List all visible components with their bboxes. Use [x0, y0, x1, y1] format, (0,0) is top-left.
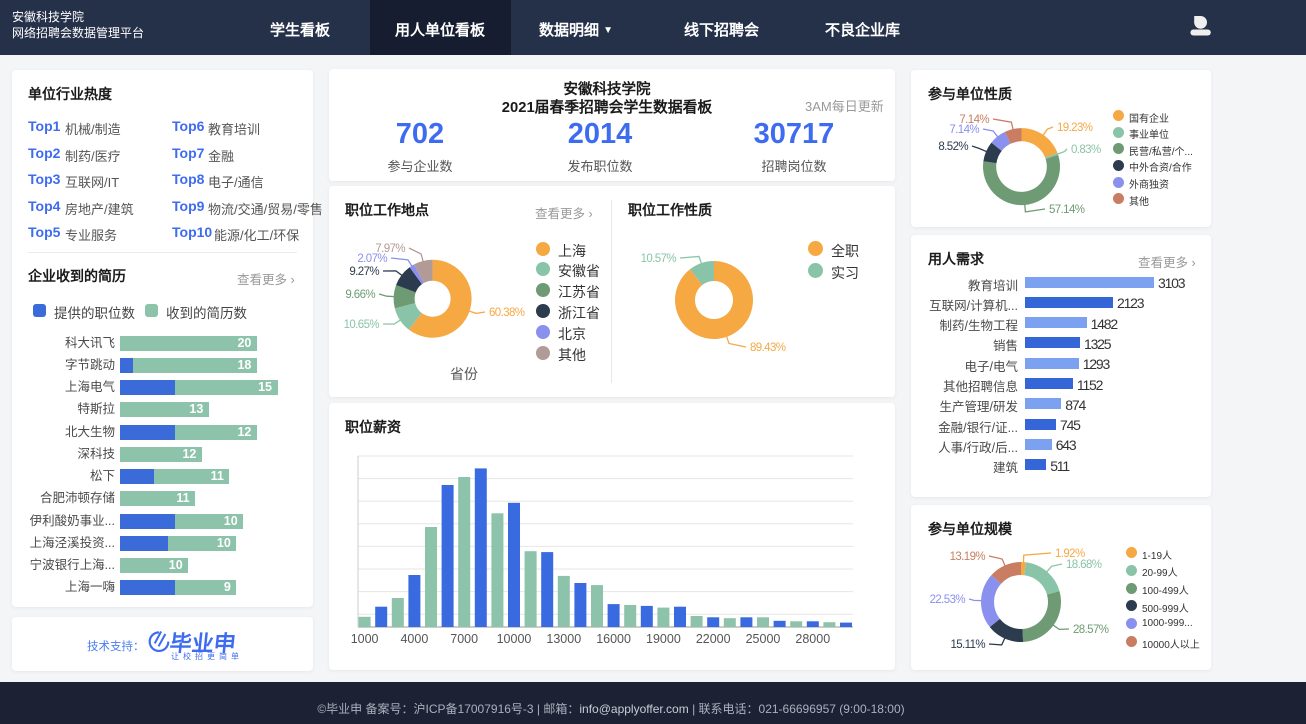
svg-text:19000: 19000	[646, 632, 681, 646]
svg-text:25000: 25000	[746, 632, 781, 646]
svg-text:22000: 22000	[696, 632, 731, 646]
svg-text:10000: 10000	[497, 632, 532, 646]
svg-text:1000: 1000	[351, 632, 379, 646]
svg-text:8.52%: 8.52%	[938, 141, 968, 153]
svg-text:省份: 省份	[450, 366, 478, 382]
svg-text:7.97%: 7.97%	[375, 243, 405, 255]
svg-text:89.43%: 89.43%	[750, 342, 786, 354]
svg-text:4000: 4000	[400, 632, 428, 646]
svg-text:60.38%: 60.38%	[489, 307, 525, 319]
svg-text:15.11%: 15.11%	[950, 639, 985, 651]
svg-text:57.14%: 57.14%	[1049, 204, 1085, 216]
svg-text:7.14%: 7.14%	[959, 114, 989, 126]
svg-text:10.57%: 10.57%	[641, 253, 677, 265]
svg-text:28.57%: 28.57%	[1073, 624, 1109, 636]
svg-text:18.68%: 18.68%	[1066, 559, 1102, 571]
svg-text:9.27%: 9.27%	[349, 266, 379, 278]
svg-text:13.19%: 13.19%	[950, 551, 986, 563]
svg-text:19.23%: 19.23%	[1057, 122, 1093, 134]
svg-text:22.53%: 22.53%	[930, 594, 966, 606]
svg-text:13000: 13000	[546, 632, 581, 646]
svg-text:0.83%: 0.83%	[1071, 144, 1101, 156]
svg-text:10.65%: 10.65%	[344, 319, 380, 331]
svg-text:9.66%: 9.66%	[345, 289, 375, 301]
svg-text:28000: 28000	[795, 632, 830, 646]
svg-text:7000: 7000	[450, 632, 478, 646]
svg-text:16000: 16000	[596, 632, 631, 646]
